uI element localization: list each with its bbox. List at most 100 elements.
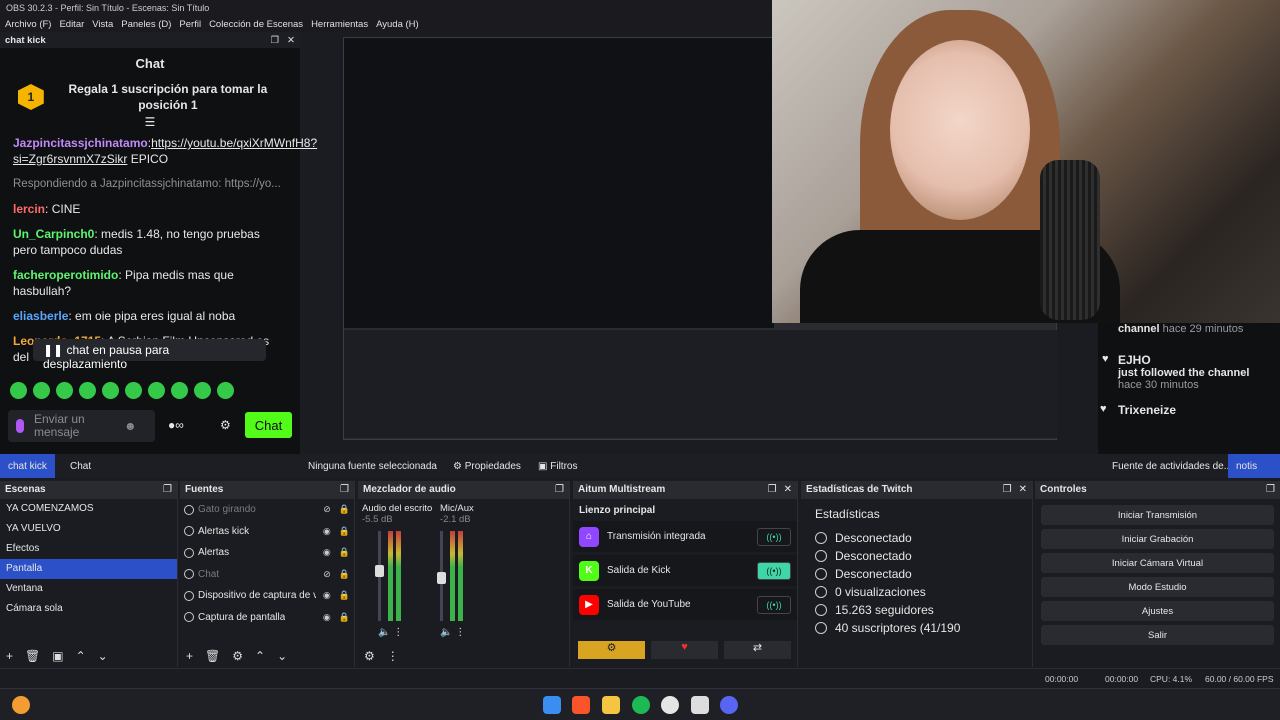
scene-item[interactable]: YA COMENZAMOS bbox=[0, 499, 177, 519]
emote-icon[interactable] bbox=[33, 382, 50, 399]
emote-icon[interactable] bbox=[125, 382, 142, 399]
gear-icon[interactable]: ⚙ bbox=[232, 649, 243, 663]
source-item[interactable]: Captura de pantalla ◉ 🔒 bbox=[180, 607, 354, 629]
close-icon[interactable]: ✕ bbox=[784, 484, 792, 496]
tab-chat-kick[interactable]: chat kick bbox=[0, 454, 55, 478]
menu-item[interactable]: Perfil bbox=[179, 19, 201, 30]
eye-icon[interactable]: ◉ bbox=[323, 526, 331, 537]
menu-item[interactable]: Paneles (D) bbox=[121, 19, 171, 30]
lock-icon[interactable]: 🔒 bbox=[339, 547, 350, 558]
brave-icon[interactable] bbox=[572, 696, 590, 714]
mic-icon[interactable] bbox=[16, 419, 24, 433]
emote-icon[interactable] bbox=[171, 382, 188, 399]
send-chat-button[interactable]: Chat bbox=[245, 412, 292, 438]
settings-button[interactable]: ⚙ bbox=[578, 641, 645, 659]
emote-icon[interactable] bbox=[148, 382, 165, 399]
close-icon[interactable]: ✕ bbox=[287, 35, 295, 46]
scene-item[interactable]: YA VUELVO bbox=[0, 519, 177, 539]
control-button[interactable]: Iniciar Grabación bbox=[1041, 529, 1274, 549]
menu-item[interactable]: Archivo (F) bbox=[5, 19, 51, 30]
speaker-icon[interactable]: 🔈 ⋮ bbox=[440, 627, 465, 638]
speaker-icon[interactable]: 🔈 ⋮ bbox=[378, 627, 403, 638]
eye-icon[interactable]: ◉ bbox=[323, 612, 331, 623]
emote-icon[interactable] bbox=[194, 382, 211, 399]
menu-icon[interactable]: ⋮ bbox=[387, 649, 399, 663]
output-toggle-button[interactable]: ((•)) bbox=[757, 561, 791, 580]
float-icon[interactable]: ❐ bbox=[340, 484, 349, 496]
trash-icon[interactable]: 🗑 bbox=[205, 649, 220, 663]
close-icon[interactable]: ✕ bbox=[1019, 484, 1027, 496]
emote-icon[interactable] bbox=[10, 382, 27, 399]
spotify-icon[interactable] bbox=[632, 696, 650, 714]
filters-button[interactable]: ▣ Filtros bbox=[530, 454, 585, 478]
lock-icon[interactable]: 🔒 bbox=[339, 569, 350, 580]
output-toggle-button[interactable]: ((•)) bbox=[757, 595, 791, 614]
float-icon[interactable]: ❐ bbox=[163, 484, 172, 496]
float-icon[interactable]: ❐ bbox=[768, 484, 777, 496]
float-icon[interactable]: ❐ bbox=[555, 484, 564, 496]
scene-item[interactable]: Cámara sola bbox=[0, 599, 177, 619]
tab-activity-feed[interactable]: Fuente de actividades de... bbox=[1104, 454, 1240, 478]
infinity-icon[interactable]: ●∞ bbox=[168, 418, 184, 432]
menu-item[interactable]: Herramientas bbox=[311, 19, 368, 30]
trash-icon[interactable]: 🗑 bbox=[25, 649, 40, 663]
menu-item[interactable]: Editar bbox=[59, 19, 84, 30]
chat-username[interactable]: facheroperotimido bbox=[13, 268, 118, 282]
control-button[interactable]: Salir bbox=[1041, 625, 1274, 645]
gear-icon[interactable]: ⚙ bbox=[364, 649, 375, 663]
scene-item[interactable]: Ventana bbox=[0, 579, 177, 599]
emote-icon[interactable] bbox=[79, 382, 96, 399]
emote-icon[interactable] bbox=[102, 382, 119, 399]
discord-icon[interactable] bbox=[720, 696, 738, 714]
scene-item[interactable]: Pantalla bbox=[0, 559, 177, 579]
control-button[interactable]: Ajustes bbox=[1041, 601, 1274, 621]
float-icon[interactable]: ❐ bbox=[1266, 484, 1275, 496]
pin-icon[interactable]: ☰ bbox=[0, 115, 300, 129]
emote-icon[interactable] bbox=[56, 382, 73, 399]
eye-icon[interactable]: ◉ bbox=[323, 547, 331, 558]
pause-banner[interactable]: ❚❚ chat en pausa para desplazamiento bbox=[33, 339, 266, 371]
volume-knob[interactable] bbox=[375, 565, 384, 578]
obs-icon[interactable] bbox=[661, 696, 679, 714]
source-item[interactable]: Gato girando ⊘ 🔒 bbox=[180, 499, 354, 521]
sync-button[interactable]: ⇄ bbox=[724, 641, 791, 659]
tab-chat[interactable]: Chat bbox=[62, 454, 99, 478]
source-item[interactable]: Alertas kick ◉ 🔒 bbox=[180, 521, 354, 543]
lock-icon[interactable]: 🔒 bbox=[339, 590, 350, 601]
chat-username[interactable]: Jazpincitassjchinatamo bbox=[13, 136, 148, 150]
folder-icon[interactable] bbox=[602, 696, 620, 714]
emote-icon[interactable] bbox=[217, 382, 234, 399]
move-up-icon[interactable]: ⌃ bbox=[255, 649, 265, 663]
lock-icon[interactable]: 🔒 bbox=[339, 612, 350, 623]
move-down-icon[interactable]: ⌄ bbox=[98, 649, 108, 663]
menu-item[interactable]: Ayuda (H) bbox=[376, 19, 419, 30]
lock-icon[interactable]: 🔒 bbox=[339, 526, 350, 537]
float-icon[interactable]: ❐ bbox=[271, 35, 280, 46]
control-button[interactable]: Modo Estudio bbox=[1041, 577, 1274, 597]
add-icon[interactable]: + bbox=[6, 649, 13, 663]
eye-icon[interactable]: ◉ bbox=[323, 590, 331, 601]
move-down-icon[interactable]: ⌄ bbox=[277, 649, 287, 663]
control-button[interactable]: Iniciar Cámara Virtual bbox=[1041, 553, 1274, 573]
heart-button[interactable]: ♥ bbox=[651, 641, 718, 659]
menu-item[interactable]: Colección de Escenas bbox=[209, 19, 303, 30]
hidden-eye-icon[interactable]: ⊘ bbox=[323, 569, 331, 580]
scene-item[interactable]: Efectos bbox=[0, 539, 177, 559]
file-icon[interactable] bbox=[691, 696, 709, 714]
chat-username[interactable]: lercin bbox=[13, 202, 45, 216]
app-icon[interactable] bbox=[12, 696, 30, 714]
source-item[interactable]: Dispositivo de captura de vide ◉ 🔒 bbox=[180, 585, 354, 607]
gear-icon[interactable]: ⚙ bbox=[220, 418, 231, 432]
hidden-eye-icon[interactable]: ⊘ bbox=[323, 504, 331, 515]
source-item[interactable]: Chat ⊘ 🔒 bbox=[180, 564, 354, 586]
output-toggle-button[interactable]: ((•)) bbox=[757, 527, 791, 546]
properties-button[interactable]: ⚙ Propiedades bbox=[445, 454, 529, 478]
emoji-icon[interactable]: ☻ bbox=[124, 419, 137, 433]
control-button[interactable]: Iniciar Transmisión bbox=[1041, 505, 1274, 525]
filter-icon[interactable]: ▣ bbox=[52, 649, 63, 663]
windows-start-icon[interactable] bbox=[543, 696, 561, 714]
volume-knob[interactable] bbox=[437, 571, 446, 584]
chat-username[interactable]: eliasberle bbox=[13, 309, 68, 323]
add-icon[interactable]: + bbox=[186, 649, 193, 663]
move-up-icon[interactable]: ⌃ bbox=[76, 649, 86, 663]
